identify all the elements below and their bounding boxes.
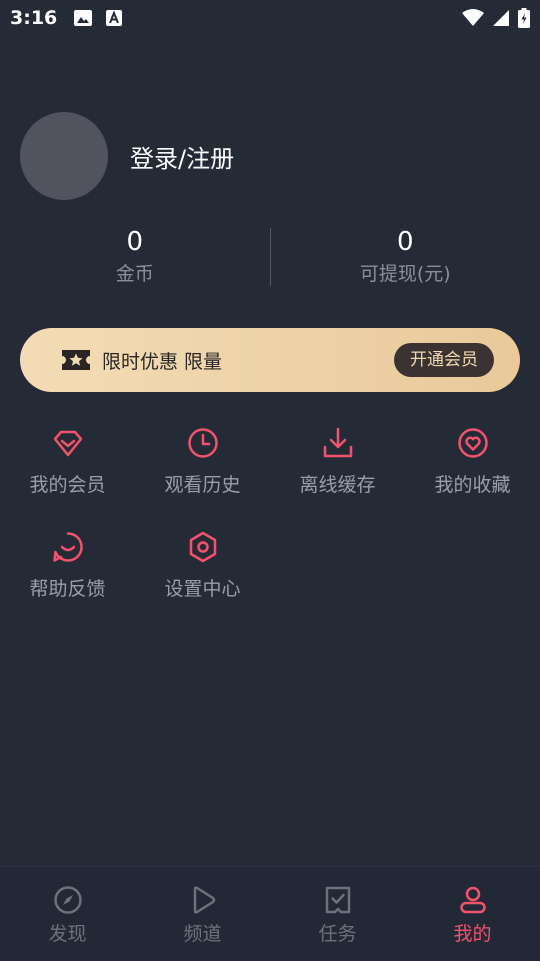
menu-item-label: 离线缓存 <box>299 470 375 497</box>
image-notification-icon <box>73 9 93 27</box>
download-icon <box>321 426 355 460</box>
tab-label: 任务 <box>318 919 356 946</box>
bottom-tab-bar: 发现 频道 任务 我的 <box>0 866 540 961</box>
app-notification-icon <box>105 9 123 27</box>
user-icon <box>458 885 488 915</box>
menu-item-label: 我的会员 <box>29 470 105 497</box>
login-register-link[interactable]: 登录/注册 <box>130 139 234 174</box>
coins-label: 金币 <box>0 259 270 289</box>
feedback-icon <box>51 530 85 564</box>
menu-item-history[interactable]: 观看历史 <box>135 420 270 524</box>
menu-item-favorites[interactable]: 我的收藏 <box>405 420 540 524</box>
menu-item-label: 观看历史 <box>164 470 240 497</box>
tab-label: 频道 <box>183 919 221 946</box>
coins-stat[interactable]: 0 金币 <box>0 225 270 289</box>
settings-icon <box>186 530 220 564</box>
menu-item-my-vip[interactable]: 我的会员 <box>0 420 135 524</box>
tab-mine[interactable]: 我的 <box>405 867 540 961</box>
coins-value: 0 <box>0 225 270 259</box>
menu-item-offline-cache[interactable]: 离线缓存 <box>270 420 405 524</box>
avatar[interactable] <box>20 112 108 200</box>
tab-discover[interactable]: 发现 <box>0 867 135 961</box>
menu-item-label: 帮助反馈 <box>29 574 105 601</box>
play-icon <box>188 885 218 915</box>
wifi-icon <box>462 9 484 27</box>
tab-label: 发现 <box>48 919 86 946</box>
feature-grid: 我的会员 观看历史 离线缓存 我的收藏 帮助反馈 设置中心 <box>0 420 540 628</box>
vip-promo-text: 限时优惠 限量 <box>102 347 222 374</box>
profile-header[interactable]: 登录/注册 <box>20 112 234 200</box>
vip-promo-banner[interactable]: 限时优惠 限量 开通会员 <box>20 328 520 392</box>
heart-icon <box>456 426 490 460</box>
withdrawable-stat[interactable]: 0 可提现(元) <box>271 225 540 289</box>
vip-ticket-icon <box>60 348 92 372</box>
compass-icon <box>53 885 83 915</box>
task-icon <box>323 885 353 915</box>
menu-item-label: 设置中心 <box>164 574 240 601</box>
status-bar: 3:16 <box>0 0 540 36</box>
withdrawable-label: 可提现(元) <box>271 259 540 289</box>
open-vip-button[interactable]: 开通会员 <box>394 343 494 377</box>
tab-channel[interactable]: 频道 <box>135 867 270 961</box>
menu-item-help-feedback[interactable]: 帮助反馈 <box>0 524 135 628</box>
withdrawable-value: 0 <box>271 225 540 259</box>
menu-item-settings[interactable]: 设置中心 <box>135 524 270 628</box>
diamond-icon <box>51 426 85 460</box>
clock-icon <box>186 426 220 460</box>
battery-icon <box>518 8 530 28</box>
menu-item-label: 我的收藏 <box>434 470 510 497</box>
tab-label: 我的 <box>453 919 491 946</box>
signal-icon <box>492 9 510 27</box>
status-time: 3:16 <box>10 7 57 29</box>
tab-tasks[interactable]: 任务 <box>270 867 405 961</box>
stats-row: 0 金币 0 可提现(元) <box>0 222 540 292</box>
